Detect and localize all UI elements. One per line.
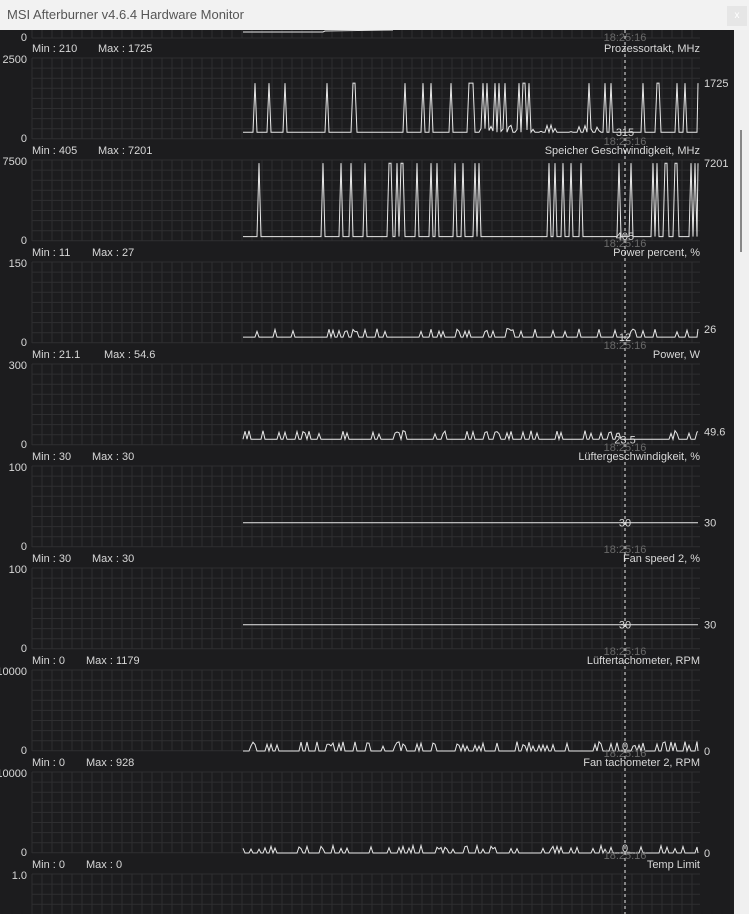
scrollbar-thumb[interactable] <box>740 130 742 252</box>
axis-min-label: 0 <box>21 133 27 145</box>
panel-8 <box>31 873 700 914</box>
max-label: Max : 54.6 <box>104 349 155 361</box>
panel-title: Fan speed 2, % <box>623 553 700 565</box>
panel-title: Speicher Geschwindigkeit, MHz <box>545 145 700 157</box>
panel-5 <box>31 567 700 650</box>
axis-max-label: 7500 <box>3 156 27 168</box>
panel-0 <box>31 57 700 140</box>
current-value-label: 7201 <box>704 158 728 170</box>
close-button[interactable]: x <box>727 6 747 26</box>
window-title: MSI Afterburner v4.6.4 Hardware Monitor <box>7 7 244 22</box>
current-value-label: 0 <box>704 746 710 758</box>
axis-max-label: 100 <box>9 564 27 576</box>
axis-max-label: 1.0 <box>12 870 27 882</box>
current-value-label: 1725 <box>704 78 728 90</box>
panel-2 <box>31 261 700 344</box>
current-value-label: 0 <box>704 848 710 860</box>
axis-min-label: 0 <box>21 847 27 859</box>
panel-3 <box>31 363 700 446</box>
panel-6 <box>31 669 700 753</box>
max-label: Max : 30 <box>92 553 134 565</box>
axis-min-label: 0 <box>21 337 27 349</box>
sensor-trace <box>243 82 699 134</box>
max-label: Max : 7201 <box>98 145 152 157</box>
axis-min-label: 0 <box>21 643 27 655</box>
min-label: Min : 210 <box>32 43 77 55</box>
axis-min-label: 0 <box>21 745 27 757</box>
axis-max-label: 10000 <box>0 666 27 678</box>
monitor-graphs[interactable]: 0 18:25:16Min : 210 Max : 1725 Prozessortak… <box>0 30 734 914</box>
panel-4 <box>31 465 700 548</box>
panel-title: Lüftertachometer, RPM <box>587 655 700 667</box>
axis-min-label: 0 <box>21 541 27 553</box>
title-bar: MSI Afterburner v4.6.4 Hardware Monitor … <box>0 0 749 30</box>
panel-7 <box>31 771 700 855</box>
axis-max-label: 300 <box>9 360 27 372</box>
panel-title: Prozessortakt, MHz <box>604 43 700 55</box>
axis-max-label: 2500 <box>3 54 27 66</box>
panel-title: Temp Limit <box>647 859 700 871</box>
max-label: Max : 1725 <box>98 43 152 55</box>
axis-max-label: 100 <box>9 462 27 474</box>
max-label: Max : 27 <box>92 247 134 259</box>
max-label: Max : 928 <box>86 757 134 769</box>
min-label: Min : 30 <box>32 451 71 463</box>
min-label: Min : 11 <box>32 247 70 259</box>
panel-title: Power, W <box>653 349 701 361</box>
panel-title: Lüftergeschwindigkeit, % <box>578 451 700 463</box>
min-label: Min : 0 <box>32 859 65 871</box>
current-value-label: 30 <box>704 620 716 632</box>
axis-max-label: 150 <box>9 258 27 270</box>
axis-min-label: 0 <box>21 32 27 44</box>
current-value-label: 26 <box>704 324 716 336</box>
current-value-label: 49.6 <box>704 427 725 439</box>
panel-title: Power percent, % <box>613 247 700 259</box>
previous-panel-tail <box>31 30 700 39</box>
axis-min-label: 0 <box>21 235 27 247</box>
min-label: Min : 0 <box>32 655 65 667</box>
max-label: Max : 30 <box>92 451 134 463</box>
graph-area[interactable]: 0 18:25:16 Min : 210 Max : 1725 Prozessortak… <box>0 30 734 914</box>
min-label: Min : 0 <box>32 757 65 769</box>
axis-min-label: 0 <box>21 439 27 451</box>
current-value-label: 30 <box>704 518 716 530</box>
axis-max-label: 10000 <box>0 768 27 780</box>
panel-title: Fan tachometer 2, RPM <box>583 757 700 769</box>
panel-1 <box>31 159 700 242</box>
max-label: Max : 0 <box>86 859 122 871</box>
min-label: Min : 21.1 <box>32 349 80 361</box>
min-label: Min : 30 <box>32 553 71 565</box>
min-label: Min : 405 <box>32 145 77 157</box>
max-label: Max : 1179 <box>86 655 140 667</box>
